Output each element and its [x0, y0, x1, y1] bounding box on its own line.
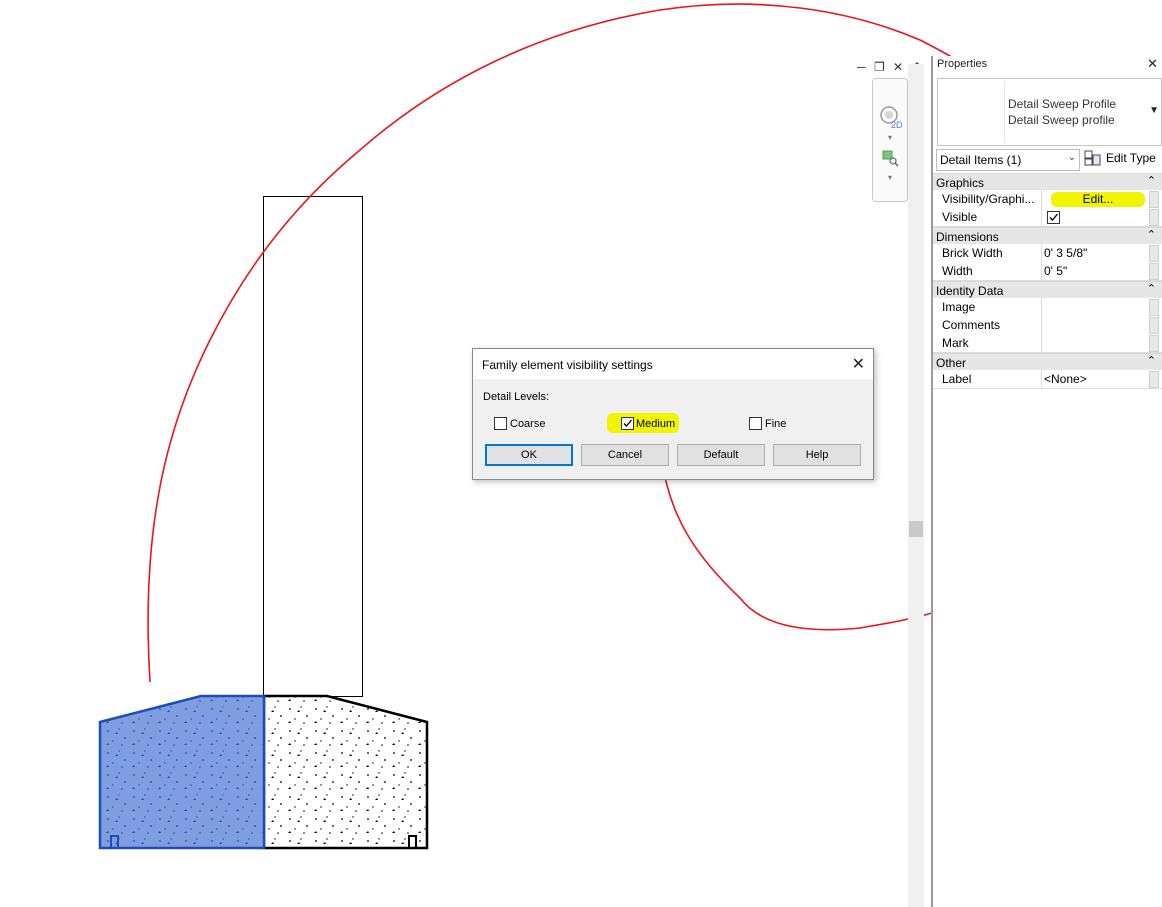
property-name: Width	[942, 264, 973, 278]
properties-title: Properties	[937, 58, 988, 70]
dialog-close-icon[interactable]: ✕	[852, 354, 865, 374]
chevron-down-icon[interactable]: ▾	[878, 173, 902, 182]
group-graphics[interactable]: Graphics ⌃	[933, 173, 1162, 191]
footing-profile-right	[262, 694, 429, 850]
ok-button[interactable]: OK	[485, 444, 573, 466]
coarse-checkbox[interactable]	[494, 417, 507, 430]
label-value[interactable]: <None>	[1044, 372, 1087, 386]
default-button[interactable]: Default	[677, 444, 765, 466]
group-label: Identity Data	[936, 284, 1004, 298]
collapse-icon[interactable]: ⌃	[1147, 282, 1156, 295]
group-label: Dimensions	[936, 230, 999, 244]
property-row-width: Width 0' 5"	[933, 262, 1162, 281]
property-name: Comments	[942, 318, 1001, 332]
dialog-title: Family element visibility settings	[482, 358, 653, 372]
visibility-settings-dialog: Family element visibility settings ✕ Det…	[472, 348, 874, 480]
chevron-down-icon[interactable]: ▾	[878, 133, 902, 142]
dialog-titlebar[interactable]: Family element visibility settings ✕	[473, 349, 873, 379]
type-selector[interactable]: Detail Sweep Profile Detail Sweep profil…	[937, 78, 1162, 146]
properties-close-icon[interactable]: ✕	[1147, 56, 1158, 72]
properties-palette: Properties ✕ Detail Sweep Profile Detail…	[931, 56, 1162, 907]
vertical-scrollbar[interactable]	[908, 64, 924, 907]
instance-filter-dropdown[interactable]: Detail Items (1) ⌄	[936, 149, 1080, 171]
type-name: Detail Sweep profile	[1008, 113, 1115, 127]
cancel-button[interactable]: Cancel	[581, 444, 669, 466]
property-name: Image	[942, 300, 976, 314]
type-preview-image	[940, 81, 1005, 143]
restore-icon[interactable]: ❐	[874, 60, 885, 74]
fine-label: Fine	[765, 418, 787, 430]
coarse-label: Coarse	[510, 418, 546, 430]
group-label: Other	[936, 356, 967, 370]
help-button[interactable]: Help	[773, 444, 861, 466]
chevron-down-icon[interactable]: ▼	[1149, 105, 1159, 116]
property-row-visible: Visible	[933, 208, 1162, 227]
group-identity-data[interactable]: Identity Data ⌃	[933, 281, 1162, 299]
property-name: Brick Width	[942, 246, 1003, 260]
medium-checkbox[interactable]	[621, 417, 634, 430]
group-dimensions[interactable]: Dimensions ⌃	[933, 227, 1162, 245]
detail-levels-label: Detail Levels:	[483, 391, 550, 403]
property-row-visibility: Visibility/Graphi... Edit...	[933, 190, 1162, 209]
property-row-image: Image	[933, 298, 1162, 317]
visible-checkbox[interactable]	[1047, 211, 1060, 224]
collapse-icon[interactable]: ⌃	[1147, 354, 1156, 367]
edit-type-label: Edit Type	[1106, 151, 1156, 165]
group-other[interactable]: Other ⌃	[933, 353, 1162, 371]
group-label: Graphics	[936, 176, 985, 190]
zoom-2d-label: 2D	[891, 120, 903, 130]
filter-label: Detail Items (1)	[940, 153, 1022, 167]
type-family-name: Detail Sweep Profile	[1008, 97, 1117, 111]
zoom-region-icon[interactable]	[878, 149, 902, 170]
property-row-comments: Comments	[933, 316, 1162, 335]
medium-label: Medium	[636, 418, 676, 430]
navigation-bar: ⊗ 2D ▾ ▾ ⊖	[872, 78, 914, 202]
scrollbar-thumb[interactable]	[909, 521, 923, 537]
property-name: Label	[942, 372, 972, 386]
property-row-label: Label <None>	[933, 370, 1162, 389]
collapse-icon[interactable]: ⌃	[1147, 228, 1156, 241]
property-name: Visibility/Graphi...	[942, 192, 1035, 206]
property-name: Mark	[942, 336, 969, 350]
sweep-rectangle	[263, 196, 363, 697]
minimize-icon[interactable]: ─	[857, 60, 866, 74]
visibility-edit-button[interactable]: Edit...	[1051, 192, 1145, 207]
width-value[interactable]: 0' 5"	[1044, 264, 1067, 278]
edit-type-icon	[1084, 150, 1101, 166]
property-row-brick-width: Brick Width 0' 3 5/8"	[933, 244, 1162, 263]
fine-checkbox[interactable]	[749, 417, 762, 430]
property-row-mark: Mark	[933, 334, 1162, 353]
chevron-down-icon: ⌄	[1067, 152, 1076, 163]
brick-width-value[interactable]: 0' 3 5/8"	[1044, 246, 1087, 260]
property-name: Visible	[942, 210, 978, 224]
close-icon[interactable]: ✕	[893, 60, 903, 74]
footing-profile-left-selected	[98, 694, 266, 850]
collapse-icon[interactable]: ⌃	[1147, 174, 1156, 187]
